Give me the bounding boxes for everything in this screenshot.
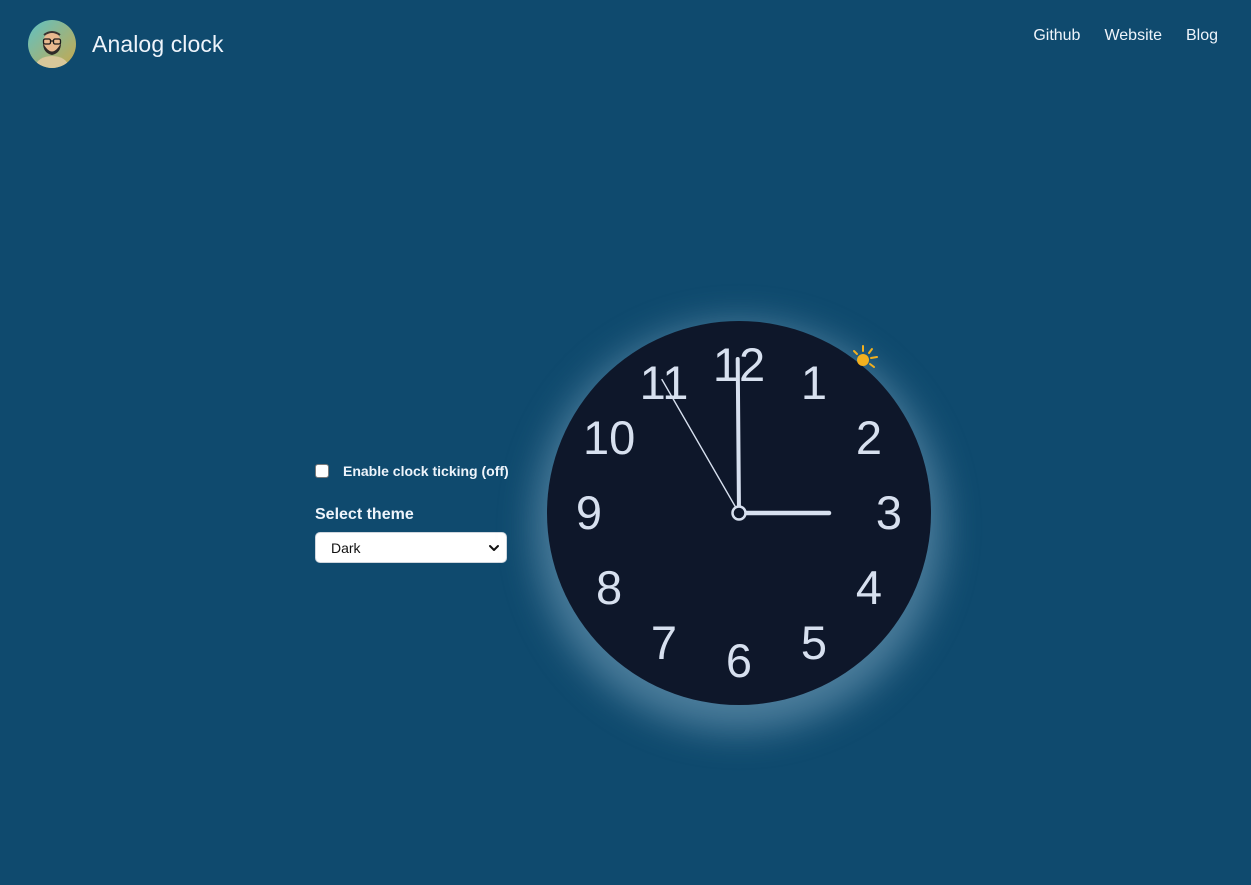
- analog-clock: 12 1 2 3 4 5 6 7 8 9 10 11: [547, 321, 931, 705]
- clock-number-5: 5: [801, 616, 827, 669]
- brand[interactable]: Analog clock: [28, 20, 224, 68]
- second-hand: [661, 378, 740, 514]
- ticking-option: Enable clock ticking (off): [315, 462, 515, 480]
- theme-select[interactable]: Dark: [315, 532, 507, 563]
- clock-center-pin: [731, 505, 747, 521]
- top-nav: Github Website Blog: [1033, 27, 1218, 45]
- avatar-icon[interactable]: [28, 20, 76, 68]
- clock-number-3: 3: [876, 486, 902, 539]
- ticking-checkbox[interactable]: [315, 464, 329, 478]
- ticking-label[interactable]: Enable clock ticking (off): [343, 463, 509, 479]
- header: Analog clock Github Website Blog: [0, 0, 1251, 88]
- sun-icon: [853, 345, 878, 368]
- clock-number-4: 4: [856, 561, 882, 614]
- clock-dial: 12 1234567891011: [576, 338, 902, 687]
- nav-link-blog[interactable]: Blog: [1186, 27, 1218, 45]
- clock-number-9: 9: [576, 486, 602, 539]
- clock-number-8: 8: [596, 561, 622, 614]
- clock-number-7: 7: [651, 616, 677, 669]
- clock-number-10: 10: [583, 411, 635, 464]
- nav-link-website[interactable]: Website: [1104, 27, 1162, 45]
- theme-label: Select theme: [315, 506, 414, 523]
- clock-number-6: 6: [726, 634, 752, 687]
- theme-select-value: Dark: [331, 539, 361, 556]
- chevron-down-icon: [489, 544, 499, 551]
- nav-link-github[interactable]: Github: [1033, 27, 1080, 45]
- clock-number-1: 1: [801, 356, 827, 409]
- clock-number-2: 2: [856, 411, 882, 464]
- clock-controls: Enable clock ticking (off) Select theme …: [315, 462, 515, 563]
- minute-hand: [735, 357, 741, 515]
- app-title[interactable]: Analog clock: [92, 31, 224, 58]
